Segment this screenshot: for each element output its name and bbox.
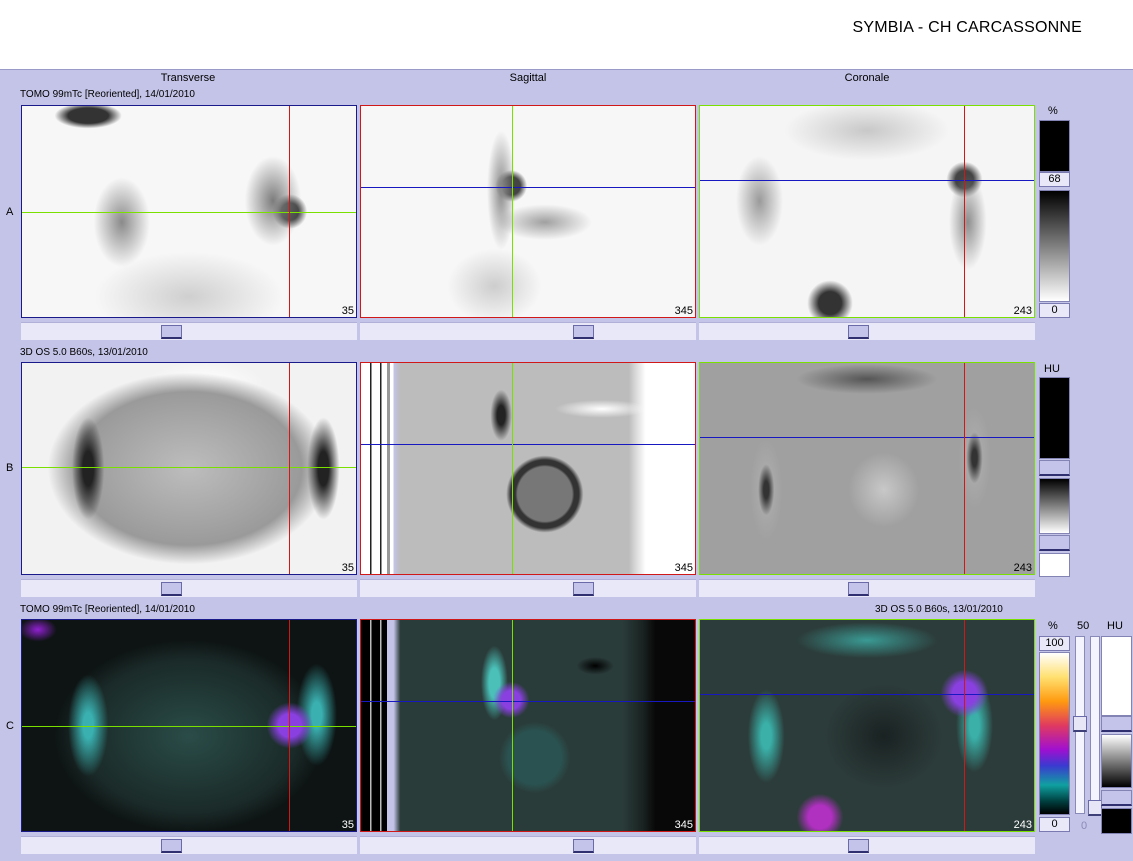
slice-scrollbar-b-coronal[interactable] — [699, 579, 1035, 597]
blend-bottom-value: 0 — [1081, 820, 1088, 832]
viewport-frame — [360, 619, 696, 832]
blend-value: 50 — [1077, 620, 1090, 632]
viewport-a-sagittal[interactable]: 345 — [360, 105, 696, 318]
crosshair-horizontal[interactable] — [699, 694, 1035, 695]
colorbar-b-upper[interactable] — [1039, 377, 1070, 459]
viewport-c-coronal[interactable]: 243 — [699, 619, 1035, 832]
slice-number: 35 — [341, 305, 354, 317]
slice-scrollbar-a-sagittal[interactable] — [360, 322, 696, 340]
slice-scrollbar-a-coronal[interactable] — [699, 322, 1035, 340]
crosshair-vertical[interactable] — [964, 105, 965, 318]
blend-slider-thumb-2[interactable] — [1088, 800, 1102, 816]
row-a-letter: A — [6, 206, 14, 218]
viewport-a-transverse[interactable]: 35 — [21, 105, 357, 318]
colorbar-c-ct-upper-handle[interactable] — [1101, 716, 1132, 732]
colorbar-b-gradient[interactable] — [1039, 478, 1070, 534]
column-header-transverse: Transverse — [160, 72, 216, 84]
viewport-frame — [360, 105, 696, 318]
crosshair-horizontal[interactable] — [21, 467, 357, 468]
crosshair-horizontal[interactable] — [699, 437, 1035, 438]
colorbar-c-ct-upper[interactable] — [1101, 636, 1132, 716]
crosshair-horizontal[interactable] — [699, 180, 1035, 181]
column-header-sagittal: Sagittal — [509, 72, 547, 84]
colorbar-a-gradient[interactable] — [1039, 190, 1070, 302]
slice-number: 243 — [1013, 562, 1032, 574]
viewport-c-transverse[interactable]: 35 — [21, 619, 357, 832]
viewport-frame — [699, 619, 1035, 832]
slice-number: 345 — [674, 562, 693, 574]
scrollbar-thumb[interactable] — [161, 325, 182, 339]
slice-number: 345 — [674, 819, 693, 831]
scrollbar-thumb[interactable] — [848, 582, 869, 596]
colorbar-b-lower-handle[interactable] — [1039, 535, 1070, 551]
crosshair-horizontal[interactable] — [21, 212, 357, 213]
row-b-series-label: 3D OS 5.0 B60s, 13/01/2010 — [20, 347, 148, 358]
crosshair-vertical[interactable] — [289, 362, 290, 575]
row-b-letter: B — [6, 462, 14, 474]
row-c-unit-left: % — [1048, 620, 1058, 632]
viewport-c-sagittal[interactable]: 345 — [360, 619, 696, 832]
crosshair-vertical[interactable] — [964, 619, 965, 832]
scrollbar-thumb[interactable] — [573, 582, 594, 596]
colorbar-a-upper[interactable] — [1039, 120, 1070, 172]
slice-scrollbar-b-transverse[interactable] — [21, 579, 357, 597]
slice-number: 345 — [674, 305, 693, 317]
crosshair-vertical[interactable] — [512, 362, 513, 575]
viewport-b-transverse[interactable]: 35 — [21, 362, 357, 575]
colorbar-a-top-value[interactable]: 68 — [1039, 172, 1070, 187]
row-b-unit: HU — [1044, 363, 1060, 375]
row-a-series-label: TOMO 99mTc [Reoriented], 14/01/2010 — [20, 89, 195, 100]
scrollbar-thumb[interactable] — [161, 582, 182, 596]
row-c-series-label-right: 3D OS 5.0 B60s, 13/01/2010 — [875, 604, 1003, 615]
colorbar-c-bottom-value[interactable]: 0 — [1039, 817, 1070, 832]
crosshair-horizontal[interactable] — [360, 187, 696, 188]
row-c-unit-right: HU — [1107, 620, 1123, 632]
colorbar-a-bottom-value[interactable]: 0 — [1039, 303, 1070, 318]
crosshair-vertical[interactable] — [512, 105, 513, 318]
slice-number: 243 — [1013, 819, 1032, 831]
scrollbar-thumb[interactable] — [573, 839, 594, 853]
colorbar-c-pet-gradient[interactable] — [1039, 652, 1070, 815]
blend-slider-track-2[interactable] — [1090, 636, 1100, 814]
colorbar-c-ct-lower[interactable] — [1101, 808, 1132, 834]
viewport-a-coronal[interactable]: 243 — [699, 105, 1035, 318]
colorbar-c-ct-gradient[interactable] — [1101, 734, 1132, 788]
crosshair-vertical[interactable] — [964, 362, 965, 575]
crosshair-horizontal[interactable] — [360, 444, 696, 445]
crosshair-horizontal[interactable] — [360, 701, 696, 702]
colorbar-b-lower[interactable] — [1039, 553, 1070, 577]
slice-number: 243 — [1013, 305, 1032, 317]
viewport-frame — [21, 362, 357, 575]
colorbar-c-ct-lower-handle[interactable] — [1101, 790, 1132, 806]
blend-slider-thumb[interactable] — [1073, 716, 1087, 732]
crosshair-vertical[interactable] — [289, 105, 290, 318]
colorbar-b-upper-handle[interactable] — [1039, 460, 1070, 476]
colorbar-c-top-value[interactable]: 100 — [1039, 636, 1070, 651]
slice-scrollbar-c-transverse[interactable] — [21, 836, 357, 854]
row-a-unit: % — [1048, 105, 1058, 117]
scrollbar-thumb[interactable] — [848, 325, 869, 339]
site-title: SYMBIA - CH CARCASSONNE — [852, 19, 1082, 36]
crosshair-horizontal[interactable] — [21, 726, 357, 727]
viewport-b-coronal[interactable]: 243 — [699, 362, 1035, 575]
viewport-frame — [699, 362, 1035, 575]
crosshair-vertical[interactable] — [289, 619, 290, 832]
column-header-coronal: Coronale — [844, 72, 890, 84]
slice-scrollbar-a-transverse[interactable] — [21, 322, 357, 340]
scrollbar-thumb[interactable] — [848, 839, 869, 853]
scrollbar-thumb[interactable] — [161, 839, 182, 853]
viewport-frame — [360, 362, 696, 575]
slice-number: 35 — [341, 562, 354, 574]
slice-scrollbar-c-coronal[interactable] — [699, 836, 1035, 854]
scrollbar-thumb[interactable] — [573, 325, 594, 339]
row-c-series-label: TOMO 99mTc [Reoriented], 14/01/2010 — [20, 604, 195, 615]
viewport-b-sagittal[interactable]: 345 — [360, 362, 696, 575]
crosshair-vertical[interactable] — [512, 619, 513, 832]
viewport-frame — [699, 105, 1035, 318]
slice-number: 35 — [341, 819, 354, 831]
slice-scrollbar-b-sagittal[interactable] — [360, 579, 696, 597]
slice-scrollbar-c-sagittal[interactable] — [360, 836, 696, 854]
row-c-letter: C — [6, 720, 14, 732]
